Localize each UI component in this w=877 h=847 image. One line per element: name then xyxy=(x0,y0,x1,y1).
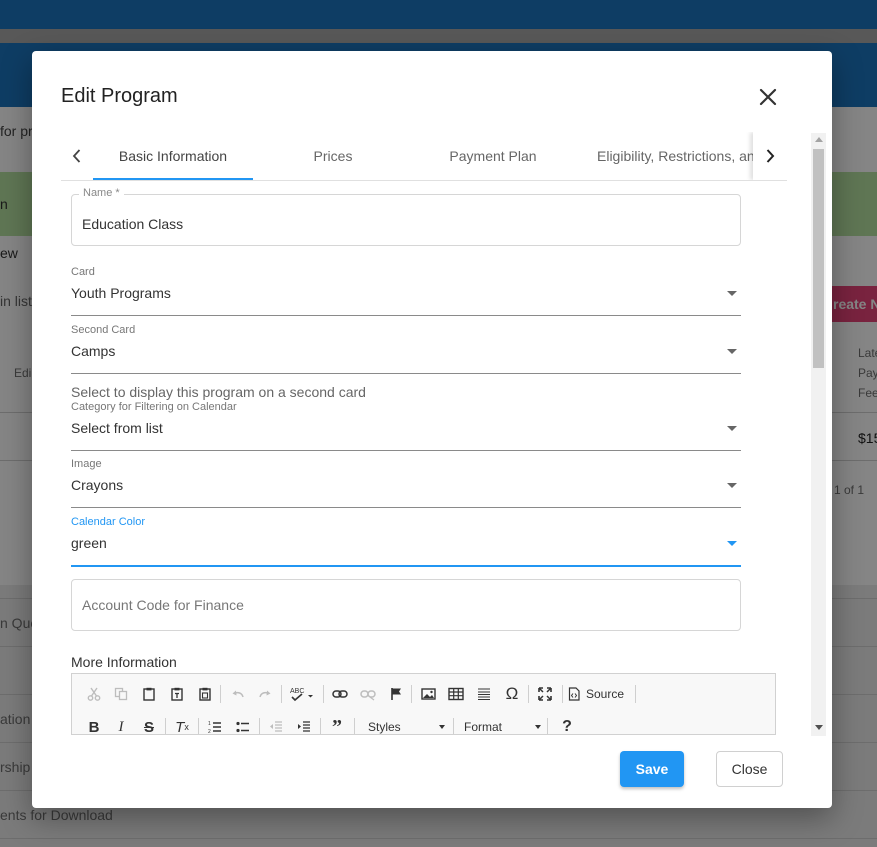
chevron-right-icon xyxy=(766,149,775,163)
name-label: Name * xyxy=(79,187,124,199)
scrollbar-thumb[interactable] xyxy=(813,149,824,368)
toolbar-separator xyxy=(259,718,260,734)
active-tab-indicator xyxy=(93,178,253,180)
scroll-up-arrow-icon[interactable] xyxy=(815,137,823,142)
remove-format-button[interactable]: Tx xyxy=(171,716,193,735)
close-icon[interactable] xyxy=(756,85,780,109)
second-card-helper-text: Select to display this program on a seco… xyxy=(71,384,366,400)
dropdown-arrow-icon xyxy=(727,541,737,546)
unlink-icon[interactable] xyxy=(357,683,379,705)
more-information-label: More Information xyxy=(71,654,177,670)
tab-payment-plan[interactable]: Payment Plan xyxy=(413,132,573,180)
account-code-placeholder: Account Code for Finance xyxy=(82,597,244,613)
paste-text-icon[interactable] xyxy=(166,683,188,705)
anchor-flag-icon[interactable] xyxy=(385,683,407,705)
toolbar-separator xyxy=(220,685,221,703)
styles-dropdown[interactable]: Styles xyxy=(368,716,445,734)
toolbar-separator xyxy=(198,718,199,734)
source-icon xyxy=(568,687,580,701)
calendar-color-value: green xyxy=(71,535,107,551)
special-character-icon[interactable]: Ω xyxy=(501,683,523,705)
dialog-scrollbar[interactable] xyxy=(811,133,826,736)
svg-text:1: 1 xyxy=(208,721,211,727)
bulleted-list-icon[interactable] xyxy=(232,716,254,734)
paste-from-word-icon[interactable] xyxy=(194,683,216,705)
name-value[interactable]: Education Class xyxy=(82,216,183,232)
image-label: Image xyxy=(71,458,102,470)
toolbar-separator xyxy=(281,685,282,703)
dropdown-arrow-icon xyxy=(727,483,737,488)
undo-icon[interactable] xyxy=(227,683,249,705)
card-label: Card xyxy=(71,266,95,278)
tab-basic-information[interactable]: Basic Information xyxy=(93,132,253,180)
decrease-indent-icon[interactable] xyxy=(265,716,287,734)
calendar-category-label: Category for Filtering on Calendar xyxy=(71,401,237,413)
close-button[interactable]: Close xyxy=(716,751,783,787)
source-button[interactable]: Source xyxy=(568,683,632,705)
paste-icon[interactable] xyxy=(138,683,160,705)
second-card-value: Camps xyxy=(71,343,116,359)
account-code-field[interactable]: Account Code for Finance xyxy=(71,579,741,631)
blockquote-icon[interactable]: ” xyxy=(326,716,348,735)
toolbar-separator xyxy=(411,685,412,703)
toolbar-separator xyxy=(562,685,563,703)
save-button[interactable]: Save xyxy=(620,751,684,787)
card-select[interactable]: Card Youth Programs xyxy=(71,266,741,316)
tab-scroll-right-button[interactable] xyxy=(753,132,787,180)
toolbar-separator xyxy=(635,685,636,703)
increase-indent-icon[interactable] xyxy=(293,716,315,734)
calendar-category-select[interactable]: Category for Filtering on Calendar Selec… xyxy=(71,401,741,451)
format-label: Format xyxy=(464,720,503,734)
toolbar-separator xyxy=(165,718,166,734)
rich-text-editor[interactable]: ABC Ω Source B I S T x 1 2 ” Styles Form… xyxy=(71,673,776,735)
toolbar-separator xyxy=(528,685,529,703)
copy-icon[interactable] xyxy=(110,683,132,705)
toolbar-separator xyxy=(453,718,454,734)
name-field[interactable]: Name * Education Class xyxy=(71,187,741,246)
card-value: Youth Programs xyxy=(71,285,171,301)
dialog-title: Edit Program xyxy=(61,85,178,107)
second-card-label: Second Card xyxy=(71,324,136,336)
second-card-select[interactable]: Second Card Camps xyxy=(71,324,741,374)
tab-prices[interactable]: Prices xyxy=(253,132,413,180)
dropdown-arrow-icon xyxy=(727,291,737,296)
edit-program-dialog: Edit Program Basic Information Prices Pa… xyxy=(32,51,832,808)
dropdown-arrow-icon xyxy=(439,725,445,729)
italic-button[interactable]: I xyxy=(110,716,132,735)
scroll-down-arrow-icon[interactable] xyxy=(815,725,823,730)
strikethrough-button[interactable]: S xyxy=(138,716,160,735)
image-select[interactable]: Image Crayons xyxy=(71,458,741,508)
redo-icon[interactable] xyxy=(254,683,276,705)
help-icon[interactable]: ? xyxy=(556,716,578,734)
format-dropdown[interactable]: Format xyxy=(464,716,541,734)
tab-scroll-left-button[interactable] xyxy=(61,132,93,180)
link-icon[interactable] xyxy=(329,683,351,705)
svg-text:ABC: ABC xyxy=(290,688,304,695)
toolbar-separator xyxy=(323,685,324,703)
toolbar-separator xyxy=(320,718,321,734)
calendar-category-value: Select from list xyxy=(71,420,163,436)
horizontal-line-icon[interactable] xyxy=(473,683,495,705)
cut-icon[interactable] xyxy=(83,683,105,705)
svg-text:2: 2 xyxy=(208,729,211,734)
numbered-list-icon[interactable]: 12 xyxy=(204,716,226,734)
source-label: Source xyxy=(586,687,625,701)
bold-button[interactable]: B xyxy=(83,716,105,735)
table-icon[interactable] xyxy=(445,683,467,705)
calendar-color-select[interactable]: Calendar Color green xyxy=(71,516,741,567)
tab-bar: Basic Information Prices Payment Plan El… xyxy=(61,132,787,181)
toolbar-separator xyxy=(354,718,355,734)
chevron-left-icon xyxy=(72,149,81,163)
image-value: Crayons xyxy=(71,477,124,493)
dropdown-arrow-icon xyxy=(727,426,737,431)
maximize-icon[interactable] xyxy=(534,683,556,705)
dropdown-arrow-icon xyxy=(535,725,541,729)
calendar-color-label: Calendar Color xyxy=(71,516,145,528)
toolbar-separator xyxy=(547,718,548,734)
image-icon[interactable] xyxy=(417,683,439,705)
spellcheck-icon[interactable]: ABC xyxy=(288,683,316,705)
styles-label: Styles xyxy=(368,720,401,734)
dropdown-arrow-icon xyxy=(727,349,737,354)
